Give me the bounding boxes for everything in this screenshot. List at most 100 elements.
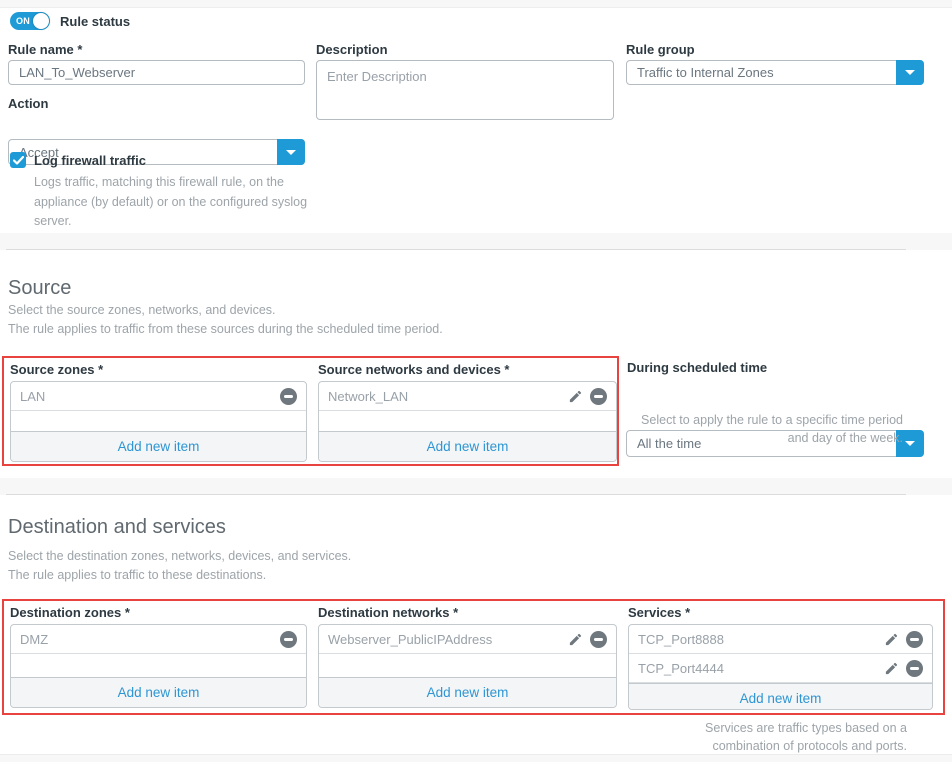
description-label: Description (316, 42, 388, 57)
schedule-help-line: Select to apply the rule to a specific t… (626, 411, 903, 429)
pencil-icon (884, 661, 899, 676)
source-subtitle-1: Select the source zones, networks, and d… (8, 303, 276, 317)
list-item: TCP_Port8888 (629, 625, 932, 654)
remove-item-button[interactable] (280, 388, 297, 405)
edit-item-button[interactable] (884, 632, 899, 647)
item-name: TCP_Port8888 (638, 632, 877, 647)
add-new-item-button[interactable]: Add new item (11, 677, 306, 707)
pencil-icon (568, 632, 583, 647)
destination-zones-label: Destination zones * (10, 605, 130, 620)
item-name: DMZ (20, 632, 273, 647)
destination-subtitle-2: The rule applies to traffic to these des… (8, 568, 266, 582)
rule-name-input[interactable]: LAN_To_Webserver (8, 60, 305, 85)
edit-item-button[interactable] (884, 661, 899, 676)
section-divider (0, 478, 952, 495)
services-list: TCP_Port8888 TCP_Port4444 (628, 624, 933, 710)
list-empty-space (319, 654, 616, 677)
source-networks-label: Source networks and devices * (318, 362, 509, 377)
checkmark-icon (13, 156, 24, 165)
destination-networks-list: Webserver_PublicIPAddress Add new item (318, 624, 617, 708)
list-empty-space (319, 411, 616, 431)
log-traffic-help-line: server. (34, 212, 307, 232)
log-traffic-help: Logs traffic, matching this firewall rul… (34, 173, 307, 232)
minus-icon (590, 631, 607, 648)
source-section-title: Source (8, 277, 71, 300)
rule-status-label: Rule status (60, 14, 130, 29)
description-textarea[interactable]: Enter Description (316, 60, 614, 120)
pencil-icon (884, 632, 899, 647)
destination-section-title: Destination and services (8, 516, 226, 539)
add-new-item-label: Add new item (118, 439, 200, 454)
destination-zones-list: DMZ Add new item (10, 624, 307, 708)
minus-icon (906, 660, 923, 677)
source-zones-list: LAN Add new item (10, 381, 307, 462)
divider-line (6, 249, 906, 250)
remove-item-button[interactable] (280, 631, 297, 648)
add-new-item-button[interactable]: Add new item (319, 677, 616, 707)
list-empty-space (11, 411, 306, 431)
list-item: Webserver_PublicIPAddress (319, 625, 616, 654)
minus-icon (590, 388, 607, 405)
source-subtitle-2: The rule applies to traffic from these s… (8, 322, 443, 336)
item-name: Network_LAN (328, 389, 561, 404)
list-item: DMZ (11, 625, 306, 654)
rule-group-value: Traffic to Internal Zones (627, 65, 923, 80)
rule-status-toggle[interactable]: ON (10, 12, 50, 30)
list-item: Network_LAN (319, 382, 616, 411)
toggle-knob (33, 13, 49, 29)
schedule-help: Select to apply the rule to a specific t… (626, 411, 903, 447)
description-placeholder: Enter Description (327, 69, 427, 84)
pencil-icon (568, 389, 583, 404)
top-strip (0, 0, 952, 8)
firewall-rule-editor: ON Rule status Rule name * LAN_To_Webser… (0, 0, 952, 762)
source-networks-list: Network_LAN Add new item (318, 381, 617, 462)
destination-subtitle-1: Select the destination zones, networks, … (8, 549, 351, 563)
minus-icon (280, 388, 297, 405)
toggle-on-label: ON (16, 16, 30, 26)
section-divider (0, 233, 952, 250)
divider-line (6, 494, 906, 495)
add-new-item-button[interactable]: Add new item (11, 431, 306, 461)
add-new-item-label: Add new item (427, 685, 509, 700)
chevron-down-icon (905, 70, 915, 75)
services-help: Services are traffic types based on a co… (626, 719, 907, 755)
edit-item-button[interactable] (568, 632, 583, 647)
chevron-down-icon (905, 441, 915, 446)
add-new-item-label: Add new item (118, 685, 200, 700)
source-zones-label: Source zones * (10, 362, 103, 377)
log-traffic-help-line: Logs traffic, matching this firewall rul… (34, 173, 307, 193)
schedule-label: During scheduled time (627, 360, 767, 375)
bottom-strip (0, 754, 952, 762)
destination-networks-label: Destination networks * (318, 605, 458, 620)
list-item: LAN (11, 382, 306, 411)
remove-item-button[interactable] (906, 631, 923, 648)
rule-group-select[interactable]: Traffic to Internal Zones (626, 60, 924, 85)
source-highlight-box: Source zones * Source networks and devic… (2, 356, 619, 466)
schedule-help-line: and day of the week. (626, 429, 903, 447)
add-new-item-button[interactable]: Add new item (319, 431, 616, 461)
action-dropdown-button[interactable] (277, 139, 305, 165)
item-name: LAN (20, 389, 273, 404)
rule-status-row: ON Rule status (10, 12, 130, 30)
edit-item-button[interactable] (568, 389, 583, 404)
list-item: TCP_Port4444 (629, 654, 932, 683)
remove-item-button[interactable] (590, 631, 607, 648)
minus-icon (280, 631, 297, 648)
log-traffic-help-line: appliance (by default) or on the configu… (34, 193, 307, 213)
remove-item-button[interactable] (590, 388, 607, 405)
item-name: TCP_Port4444 (638, 661, 877, 676)
log-traffic-label[interactable]: Log firewall traffic (34, 153, 146, 168)
services-help-line: Services are traffic types based on a (626, 719, 907, 737)
rule-name-label: Rule name * (8, 42, 82, 57)
add-new-item-label: Add new item (427, 439, 509, 454)
destination-highlight-box: Destination zones * Destination networks… (2, 599, 945, 715)
log-traffic-checkbox[interactable] (10, 152, 26, 168)
rule-group-dropdown-button[interactable] (896, 60, 924, 85)
remove-item-button[interactable] (906, 660, 923, 677)
chevron-down-icon (286, 150, 296, 155)
services-help-line: combination of protocols and ports. (626, 737, 907, 755)
list-empty-space (11, 654, 306, 677)
minus-icon (906, 631, 923, 648)
rule-name-value: LAN_To_Webserver (9, 65, 304, 80)
add-new-item-button[interactable]: Add new item (629, 683, 932, 710)
